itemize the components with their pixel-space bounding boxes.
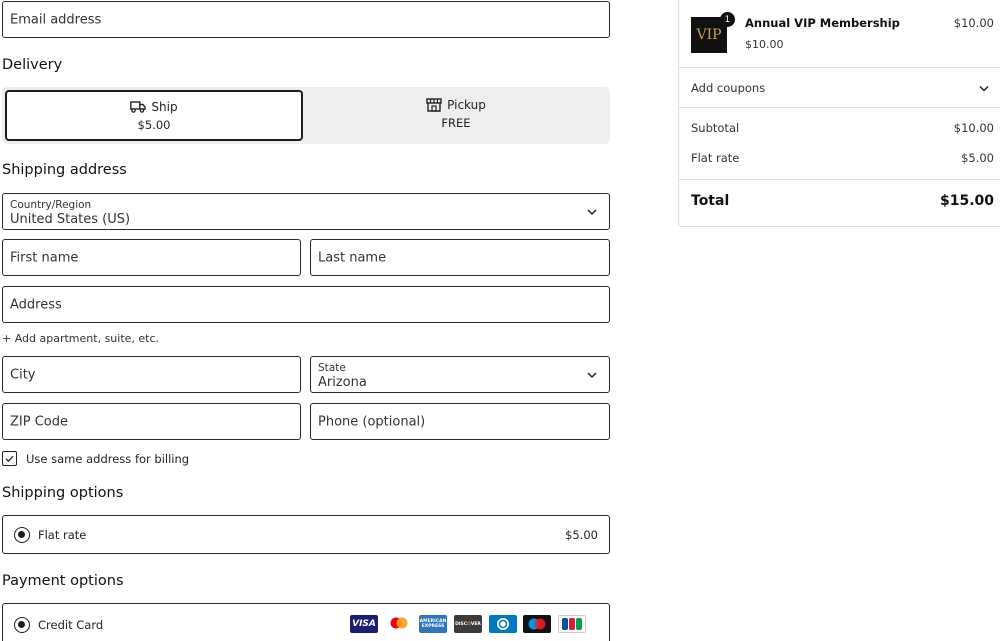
country-value: United States (US) (10, 212, 131, 227)
country-label: Country/Region (10, 199, 92, 211)
quantity-badge: 1 (720, 12, 735, 27)
state-label: State (318, 362, 346, 374)
pickup-price: FREE (441, 116, 471, 130)
state-value: Arizona (318, 375, 367, 390)
payment-options-heading: Payment options (2, 573, 124, 589)
store-icon (426, 98, 442, 112)
flat-rate-summary-label: Flat rate (691, 151, 740, 165)
total-value: $15.00 (939, 193, 994, 209)
visa-icon: VISA (350, 615, 378, 633)
city-field[interactable]: City (2, 356, 301, 393)
flat-rate-radio[interactable] (14, 527, 30, 543)
vip-logo: VIP (696, 27, 722, 43)
item-price: $10.00 (953, 16, 994, 30)
same-billing-label: Use same address for billing (26, 452, 190, 466)
pickup-label: Pickup (447, 98, 486, 112)
flat-rate-label: Flat rate (38, 528, 87, 542)
maestro-icon (523, 615, 551, 633)
shipping-options-heading: Shipping options (2, 485, 124, 501)
zip-field[interactable]: ZIP Code (2, 403, 301, 440)
add-apartment-link[interactable]: + Add apartment, suite, etc. (2, 332, 159, 345)
shipping-address-heading: Shipping address (2, 162, 127, 178)
shipping-option-flat-rate[interactable]: Flat rate $5.00 (2, 515, 610, 554)
checkmark-icon (5, 455, 14, 463)
pickup-option[interactable]: Pickup FREE (307, 90, 605, 141)
flat-rate-summary-value: $5.00 (961, 151, 994, 165)
phone-placeholder: Phone (optional) (318, 414, 426, 429)
ship-label: Ship (151, 100, 178, 114)
last-name-placeholder: Last name (318, 250, 387, 265)
amex-icon: AMERICAN EXPRESS (419, 615, 447, 633)
delivery-heading: Delivery (2, 57, 63, 73)
flat-rate-price: $5.00 (565, 528, 598, 542)
subtotal-value: $10.00 (953, 121, 994, 135)
add-coupons-label: Add coupons (691, 81, 766, 95)
phone-field[interactable]: Phone (optional) (310, 403, 610, 440)
total-label: Total (691, 193, 730, 209)
discover-icon: DISC O VER (454, 615, 482, 633)
jcb-icon (558, 615, 586, 633)
country-select[interactable]: Country/Region United States (US) (2, 193, 610, 230)
ship-option[interactable]: Ship $5.00 (5, 90, 303, 141)
subtotal-label: Subtotal (691, 121, 740, 135)
ship-price: $5.00 (137, 118, 171, 132)
email-field[interactable]: Email address (2, 1, 610, 38)
chevron-down-icon (587, 208, 597, 215)
credit-card-radio[interactable] (14, 617, 30, 633)
zip-placeholder: ZIP Code (10, 414, 68, 429)
order-summary: VIP 1 Annual VIP Membership $10.00 $10.0… (678, 0, 1000, 227)
add-coupons-toggle[interactable]: Add coupons (679, 68, 1000, 107)
address-field[interactable]: Address (2, 286, 610, 323)
delivery-toggle: Ship $5.00 Pickup FREE (2, 87, 610, 144)
truck-icon (130, 101, 147, 113)
first-name-placeholder: First name (10, 250, 79, 265)
chevron-down-icon (979, 85, 989, 92)
address-placeholder: Address (10, 297, 62, 312)
payment-method-credit-card[interactable]: Credit Card VISA AMERICAN EXPRESS DISC O VE… (2, 603, 610, 641)
chevron-down-icon (587, 371, 597, 378)
state-select[interactable]: State Arizona (310, 356, 610, 393)
credit-card-label: Credit Card (38, 618, 104, 632)
mastercard-icon (385, 615, 413, 633)
divider (679, 107, 1000, 108)
same-billing-checkbox[interactable] (2, 451, 17, 466)
diners-icon (489, 615, 517, 633)
item-name: Annual VIP Membership (745, 16, 900, 30)
email-placeholder: Email address (10, 12, 102, 27)
divider (679, 179, 1000, 180)
city-placeholder: City (10, 367, 36, 382)
first-name-field[interactable]: First name (2, 239, 301, 276)
last-name-field[interactable]: Last name (310, 239, 610, 276)
item-unit-price: $10.00 (745, 38, 784, 51)
